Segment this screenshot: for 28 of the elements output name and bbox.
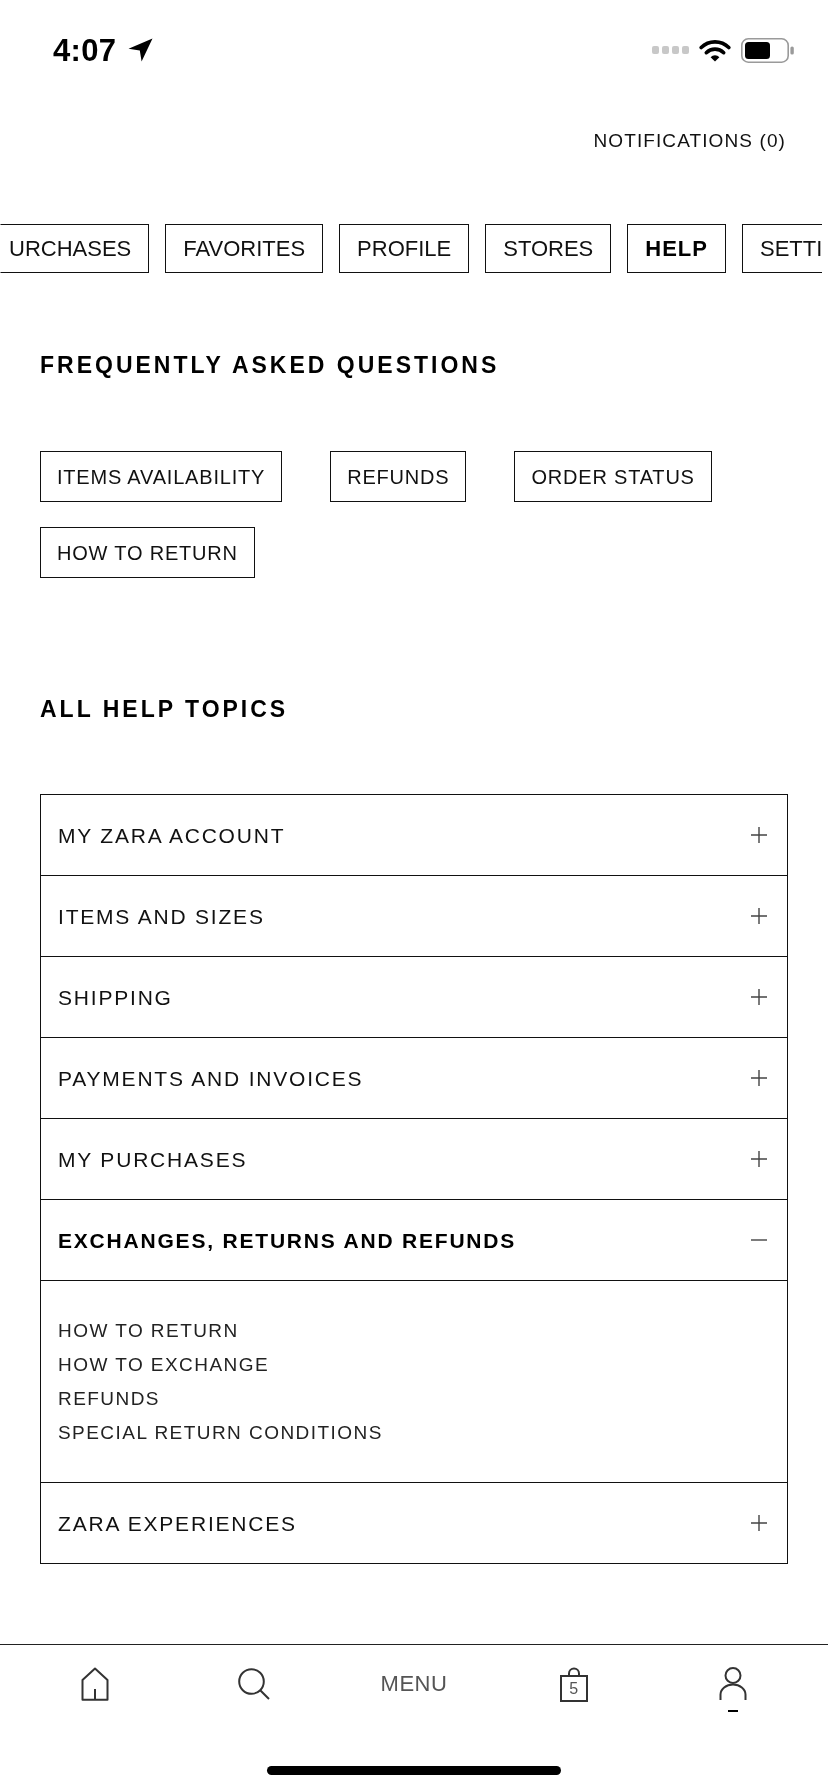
help-link[interactable]: HOW TO EXCHANGE: [58, 1348, 270, 1382]
faq-topic-button[interactable]: ORDER STATUS: [514, 451, 712, 502]
tab[interactable]: HELP: [627, 224, 726, 273]
shopping-bag-icon: [559, 1666, 588, 1702]
tab[interactable]: URCHASES: [0, 224, 150, 273]
faq-topic-button[interactable]: REFUNDS: [330, 451, 467, 502]
tab[interactable]: PROFILE: [339, 224, 470, 273]
battery-icon: [741, 37, 794, 63]
signal-icon: [652, 46, 689, 54]
search-icon: [238, 1668, 271, 1700]
bag-nav-button[interactable]: 5: [559, 1655, 588, 1713]
tab[interactable]: FAVORITES: [165, 224, 324, 273]
wifi-icon: [699, 38, 731, 62]
tab[interactable]: STORES: [485, 224, 612, 273]
faq-topic-button[interactable]: ITEMS AVAILABILITY: [40, 451, 283, 502]
section-heading: FREQUENTLY ASKED QUESTIONS: [40, 351, 500, 380]
menu-nav-button[interactable]: MENU: [380, 1662, 448, 1706]
section-heading: ALL HELP TOPICS: [40, 695, 289, 724]
notifications-link[interactable]: NOTIFICATIONS (0): [593, 129, 786, 153]
location-arrow-icon: [128, 38, 154, 62]
tab[interactable]: SETTI: [742, 224, 823, 273]
help-link[interactable]: REFUNDS: [58, 1382, 160, 1416]
faq-topic-button[interactable]: HOW TO RETURN: [40, 527, 255, 578]
help-link[interactable]: HOW TO RETURN: [58, 1314, 239, 1348]
status-time: 4:07: [53, 34, 117, 66]
home-icon: [80, 1667, 109, 1701]
help-link[interactable]: SPECIAL RETURN CONDITIONS: [58, 1416, 383, 1450]
person-icon: [719, 1667, 748, 1701]
